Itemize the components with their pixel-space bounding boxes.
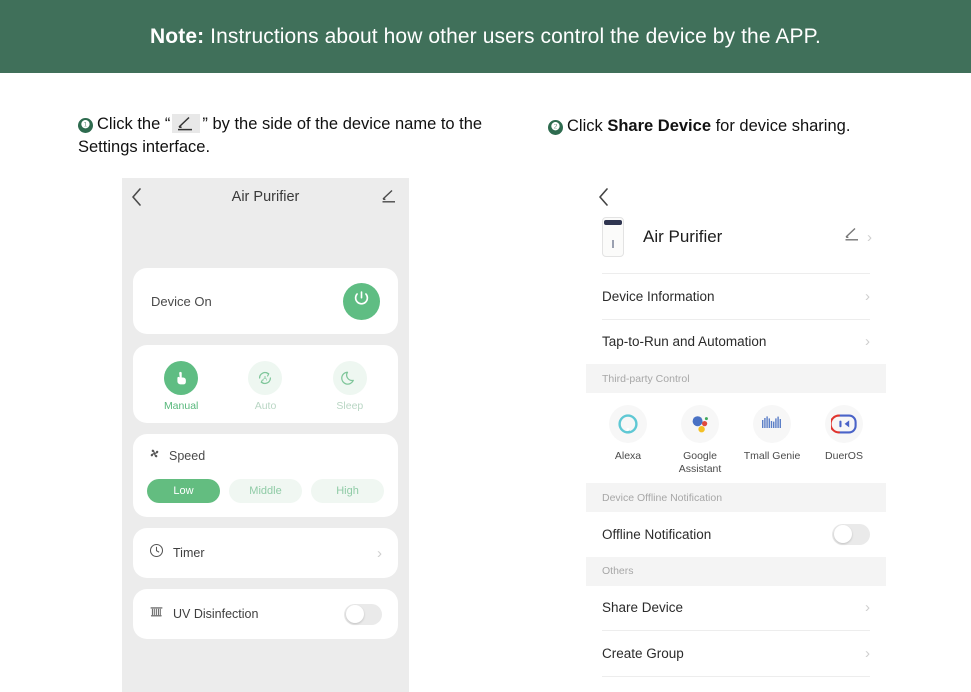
step-2-caption: ❷ Click Share Device for device sharing.: [548, 115, 948, 138]
edit-pencil-icon: [172, 114, 201, 133]
chevron-right-icon: ›: [377, 544, 382, 562]
service-tmall-genie[interactable]: Tmall Genie: [736, 405, 808, 475]
chevron-right-icon: ›: [865, 287, 870, 305]
left-phone-title: Air Purifier: [231, 189, 300, 205]
note-banner: Note: Instructions about how other users…: [0, 0, 971, 73]
right-phone-screenshot: Air Purifier › Device Information › Tap-…: [586, 178, 886, 692]
left-phone-navbar: Air Purifier: [122, 178, 409, 220]
chevron-right-icon: ›: [865, 333, 870, 351]
hand-icon: [164, 360, 199, 395]
speed-card: Speed Low Middle High: [133, 434, 398, 517]
group-header-third-party: Third-party Control: [586, 364, 886, 393]
service-google-assistant-label: Google Assistant: [678, 450, 722, 475]
fan-icon: [147, 446, 162, 466]
uv-row-left: UV Disinfection: [149, 604, 258, 624]
service-tmall-genie-label: Tmall Genie: [743, 450, 801, 462]
item-device-information[interactable]: Device Information ›: [586, 274, 886, 319]
chevron-right-icon: ›: [867, 228, 872, 246]
group-header-offline-notification: Device Offline Notification: [586, 483, 886, 512]
mode-manual-label: Manual: [163, 399, 199, 412]
left-phone-screenshot: Air Purifier Device On Manual A Auto Sle…: [122, 178, 409, 692]
tmall-genie-icon: [753, 405, 791, 443]
clock-icon: [149, 543, 164, 563]
note-label: Note:: [150, 24, 205, 48]
item-create-group-label: Create Group: [602, 645, 684, 661]
uv-toggle-knob: [345, 605, 364, 623]
item-offline-notification-label: Offline Notification: [602, 526, 712, 542]
mode-sleep[interactable]: Sleep: [308, 360, 392, 412]
mode-selector-card: Manual A Auto Sleep: [133, 345, 398, 423]
step-1-text-part1: Click the “: [97, 115, 171, 133]
step-2-bullet: ❷: [548, 120, 563, 135]
chevron-right-icon: ›: [865, 644, 870, 662]
speed-header: Speed: [147, 446, 384, 466]
right-phone-back-button[interactable]: [586, 178, 886, 211]
edit-pencil-icon[interactable]: [844, 227, 860, 247]
alexa-icon: [609, 405, 647, 443]
uv-toggle[interactable]: [344, 603, 382, 625]
timer-label: Timer: [173, 546, 205, 560]
power-button[interactable]: [343, 282, 380, 320]
device-edit-control[interactable]: ›: [844, 227, 872, 247]
auto-refresh-icon: A: [248, 360, 283, 395]
service-dueros-label: DuerOS: [825, 450, 863, 462]
speed-option-high[interactable]: High: [311, 479, 384, 503]
third-party-services: Alexa Google Assistant Tmall Genie DuerO…: [586, 393, 886, 483]
uv-disinfection-row: UV Disinfection: [133, 589, 398, 639]
device-power-label: Device On: [151, 293, 212, 309]
service-alexa[interactable]: Alexa: [592, 405, 664, 475]
item-faq-and-feedback[interactable]: FAQ & Feedback ›: [586, 677, 886, 692]
item-share-device[interactable]: Share Device ›: [586, 586, 886, 631]
service-alexa-label: Alexa: [614, 450, 642, 462]
speed-title: Speed: [169, 449, 206, 463]
edit-pencil-icon[interactable]: [381, 189, 397, 209]
note-banner-text: Note: Instructions about how other users…: [150, 25, 821, 49]
device-header[interactable]: Air Purifier ›: [586, 211, 886, 273]
item-tap-to-run-label: Tap-to-Run and Automation: [602, 334, 767, 350]
service-google-assistant[interactable]: Google Assistant: [664, 405, 736, 475]
note-body: Instructions about how other users contr…: [204, 24, 821, 48]
item-share-device-label: Share Device: [602, 600, 684, 616]
device-name: Air Purifier: [643, 227, 723, 246]
timer-row-left: Timer: [149, 543, 204, 563]
item-offline-notification: Offline Notification: [586, 512, 886, 557]
device-power-card: Device On: [133, 268, 398, 334]
step-2-bold-term: Share Device: [607, 117, 711, 135]
mode-auto[interactable]: A Auto: [223, 360, 307, 412]
speed-option-low[interactable]: Low: [147, 479, 220, 503]
uv-lamp-icon: [149, 604, 164, 624]
item-create-group[interactable]: Create Group ›: [586, 631, 886, 676]
item-device-information-label: Device Information: [602, 288, 715, 304]
step-2-text-part2: for device sharing.: [711, 117, 851, 135]
step-2-text-part1: Click: [567, 117, 608, 135]
item-tap-to-run-and-automation[interactable]: Tap-to-Run and Automation ›: [586, 320, 886, 365]
power-icon: [352, 289, 371, 313]
uv-label: UV Disinfection: [173, 607, 259, 621]
mode-manual[interactable]: Manual: [139, 360, 223, 412]
moon-icon: [332, 360, 367, 395]
speed-option-middle[interactable]: Middle: [229, 479, 302, 503]
timer-row[interactable]: Timer ›: [133, 528, 398, 578]
offline-notification-toggle[interactable]: [832, 523, 870, 545]
svg-text:A: A: [263, 375, 268, 382]
step-1-caption: ❶ Click the “” by the side of the device …: [78, 113, 498, 159]
chevron-right-icon: ›: [865, 599, 870, 617]
air-purifier-thumbnail: [602, 217, 624, 257]
thumbnail-slit: [612, 240, 614, 248]
thumbnail-top-band: [604, 220, 622, 225]
speed-options: Low Middle High: [147, 479, 384, 503]
step-1-bullet: ❶: [78, 118, 93, 133]
offline-toggle-knob: [833, 525, 852, 544]
mode-sleep-label: Sleep: [336, 399, 364, 412]
dueros-icon: [825, 405, 863, 443]
page-root: Note: Instructions about how other users…: [0, 0, 971, 692]
google-assistant-icon: [681, 405, 719, 443]
group-header-others: Others: [586, 556, 886, 586]
mode-auto-label: Auto: [254, 399, 277, 412]
service-dueros[interactable]: DuerOS: [808, 405, 880, 475]
